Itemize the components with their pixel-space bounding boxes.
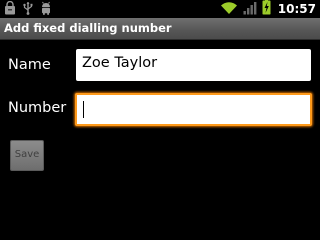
name-label: Name	[8, 57, 51, 73]
shopping-bag-icon	[4, 0, 16, 19]
name-field-value: Zoe Taylor	[82, 55, 158, 71]
text-cursor	[83, 101, 84, 118]
status-bar: 10:57	[0, 0, 320, 18]
android-debug-icon	[40, 0, 52, 19]
usb-icon	[22, 0, 34, 19]
number-field[interactable]	[75, 93, 312, 126]
wifi-icon	[220, 0, 238, 19]
status-clock: 10:57	[277, 2, 316, 16]
page-title: Add fixed dialling number	[4, 21, 172, 35]
signal-icon	[243, 0, 257, 19]
name-field[interactable]: Zoe Taylor	[76, 49, 311, 81]
battery-charging-icon	[262, 0, 271, 19]
save-button[interactable]: Save	[10, 140, 44, 171]
title-bar: Add fixed dialling number	[0, 18, 320, 40]
number-label: Number	[8, 100, 67, 116]
system-icons: 10:57	[220, 0, 316, 18]
notification-icons	[4, 0, 52, 19]
save-button-label: Save	[14, 149, 40, 160]
